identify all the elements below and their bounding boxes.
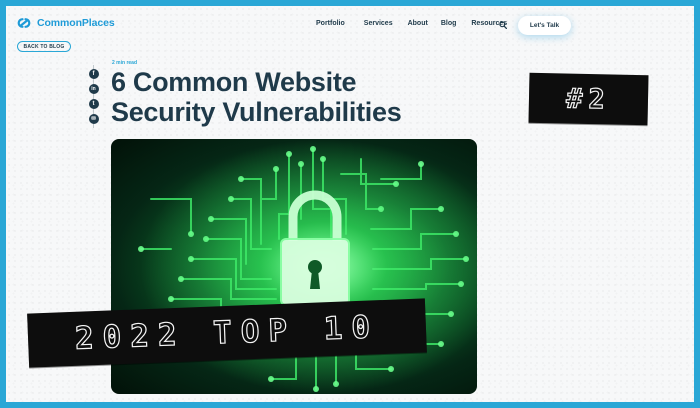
twitter-icon[interactable]: t	[88, 99, 99, 109]
nav-about[interactable]: About	[408, 20, 428, 27]
nav-blog[interactable]: Blog	[441, 20, 457, 27]
linkedin-icon[interactable]: in	[88, 84, 99, 94]
search-icon[interactable]	[499, 21, 507, 29]
email-icon[interactable]: ✉	[88, 114, 99, 124]
read-time: 2 min read	[112, 60, 138, 66]
nav-portfolio[interactable]: Portfolio	[316, 20, 345, 27]
page-frame: CommonPlaces Portfolio Services About Bl…	[0, 0, 700, 408]
back-to-blog-button[interactable]: BACK TO BLOG	[17, 41, 71, 52]
lets-talk-button[interactable]: Let's Talk	[518, 16, 571, 35]
title-line-1: 6 Common Website	[111, 67, 357, 97]
page-title: 6 Common Website Security Vulnerabilitie…	[111, 67, 511, 127]
rank-label: #2	[565, 82, 612, 115]
title-line-2: Security Vulnerabilities	[111, 97, 402, 127]
logo-text: CommonPlaces	[37, 17, 115, 29]
nav-services[interactable]: Services	[364, 20, 393, 27]
logo-icon	[17, 18, 31, 28]
rank-stamp: #2	[528, 72, 649, 126]
site-logo[interactable]: CommonPlaces	[16, 17, 115, 29]
share-bar: f in t ✉	[88, 65, 99, 128]
top-ten-label: 2022 TOP 10	[74, 309, 381, 358]
facebook-icon[interactable]: f	[88, 69, 99, 79]
main-nav: Portfolio Services About Blog Resources	[316, 20, 526, 27]
